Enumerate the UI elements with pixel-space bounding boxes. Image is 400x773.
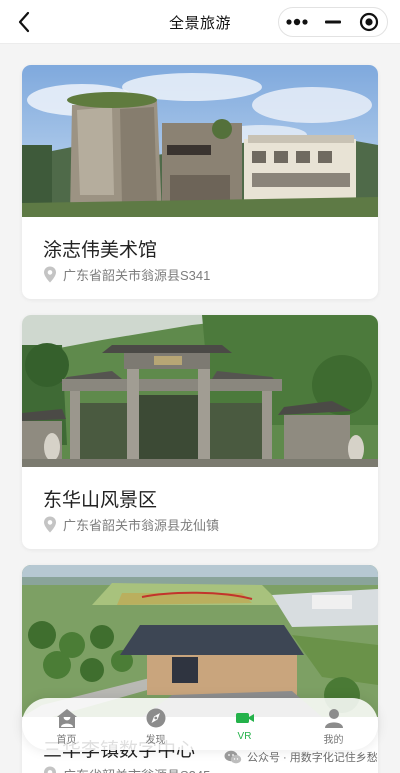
watermark: 公众号 · 用数字化记住乡愁 [224,749,378,765]
video-camera-icon [235,713,254,723]
digital-center-photo [22,565,378,717]
compass-icon [146,708,165,728]
tab-home[interactable]: 首页 [22,698,111,750]
tab-vr[interactable]: VR [200,698,289,750]
scenic-address: 广东省韶关市翁源县S245 [43,765,210,773]
navigation-bar: 全景旅游 [0,0,400,44]
scenic-list[interactable]: 涂志伟美术馆 广东省韶关市翁源县S341 东华山风景区 广东省韶关市翁源县龙仙镇… [0,44,400,773]
scenic-title: 涂志伟美术馆 [43,240,158,261]
watermark-text: 公众号 · 用数字化记住乡愁 [247,752,378,764]
mini-program-capsule [278,7,388,37]
scenic-title: 东华山风景区 [43,490,158,511]
address-text: 广东省韶关市翁源县S245 [63,765,210,773]
user-icon [324,709,343,728]
tab-label: 我的 [323,735,344,746]
minimize-icon [325,20,341,24]
scenic-card[interactable]: 东华山风景区 广东省韶关市翁源县龙仙镇 [22,315,378,549]
more-menu-button[interactable] [279,7,314,37]
close-program-button[interactable] [352,7,387,37]
location-pin-icon [44,766,56,773]
tab-label: 发现 [145,735,166,746]
tab-mine[interactable]: 我的 [289,698,378,750]
scenic-address: 广东省韶关市翁源县S341 [43,265,210,283]
location-pin-icon [44,266,56,282]
scenic-address: 广东省韶关市翁源县龙仙镇 [43,515,219,533]
home-person-icon [56,709,77,728]
wechat-icon [224,750,242,763]
bottom-tab-bar: 首页 发现 VR 我的 [22,698,378,750]
target-close-icon [360,12,379,32]
tab-label: 首页 [56,735,77,746]
tab-discover[interactable]: 发现 [111,698,200,750]
address-text: 广东省韶关市翁源县龙仙镇 [63,517,220,533]
tab-label: VR [237,731,252,742]
location-pin-icon [44,516,56,532]
scenic-gate-photo [22,315,378,467]
museum-photo [22,65,378,217]
more-dots-icon [286,18,308,26]
scenic-card[interactable]: 涂志伟美术馆 广东省韶关市翁源县S341 [22,65,378,299]
address-text: 广东省韶关市翁源县S341 [63,267,211,283]
minimize-button[interactable] [314,7,351,37]
